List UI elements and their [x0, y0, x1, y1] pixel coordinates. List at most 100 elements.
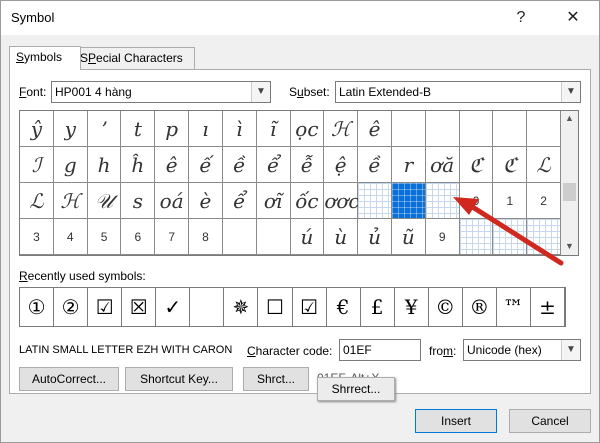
close-icon[interactable]: ✕ [561, 7, 585, 29]
symbol-cell[interactable]: ể [222, 183, 257, 219]
scroll-up-icon[interactable]: ▲ [561, 113, 578, 123]
symbol-cell[interactable]: ŷ [20, 111, 54, 147]
recent-symbol[interactable]: € [327, 288, 361, 326]
symbol-cell[interactable]: 𝒰 [87, 183, 122, 219]
symbol-cell[interactable] [493, 111, 528, 147]
chevron-down-icon[interactable]: ▼ [251, 82, 270, 102]
symbol-cell[interactable]: y [53, 111, 88, 147]
popup-button[interactable]: Shrrect... [317, 377, 395, 401]
symbol-cell[interactable]: r [391, 147, 426, 183]
symbol-cell[interactable]: oá [155, 183, 190, 219]
font-combobox[interactable]: HP001 4 hàng ▼ [51, 81, 271, 103]
symbol-cell[interactable] [527, 219, 561, 255]
scroll-thumb[interactable] [563, 183, 576, 201]
symbol-cell[interactable] [222, 219, 257, 255]
symbol-cell[interactable]: ℒ [527, 147, 561, 183]
symbol-cell[interactable] [459, 219, 494, 255]
cancel-button[interactable]: Cancel [509, 409, 591, 433]
symbol-cell[interactable]: ệ [324, 147, 359, 183]
symbol-cell[interactable] [459, 111, 494, 147]
symbol-cell[interactable] [358, 183, 392, 219]
subset-combobox[interactable]: Latin Extended-B ▼ [335, 81, 581, 103]
symbol-cell[interactable]: ℒ [20, 183, 54, 219]
recent-symbol[interactable]: ☑ [293, 288, 327, 326]
symbol-cell[interactable] [425, 111, 460, 147]
recent-symbol[interactable]: ¥ [395, 288, 429, 326]
symbol-cell[interactable]: ơơc [324, 183, 360, 219]
symbol-cell[interactable]: ế [189, 147, 223, 183]
symbol-cell[interactable]: g [53, 147, 88, 183]
symbol-cell[interactable] [391, 183, 426, 219]
from-combobox[interactable]: Unicode (hex) ▼ [463, 339, 581, 361]
recent-symbol[interactable]: ✓ [156, 288, 191, 326]
symbol-cell[interactable]: ọc [290, 111, 325, 147]
symbol-cell[interactable]: 9 [425, 219, 460, 255]
symbol-cell[interactable]: ı̀ [222, 111, 257, 147]
character-code-input[interactable]: 01EF [339, 339, 421, 361]
symbol-cell[interactable]: ú [290, 219, 325, 255]
symbol-cell[interactable]: h [87, 147, 122, 183]
recent-symbol[interactable]: ✵ [224, 288, 259, 326]
symbol-cell[interactable]: ề [222, 147, 257, 183]
symbol-cell[interactable]: è [189, 183, 223, 219]
symbol-cell[interactable]: t [121, 111, 156, 147]
recent-symbol[interactable]: £ [361, 288, 395, 326]
chevron-down-icon[interactable]: ▼ [561, 340, 580, 360]
symbol-cell[interactable]: ốc [290, 183, 325, 219]
symbol-cell[interactable]: ℋ [53, 183, 88, 219]
symbol-cell[interactable]: 1 [493, 183, 528, 219]
grid-scrollbar[interactable]: ▲ ▼ [561, 110, 579, 256]
symbol-cell[interactable]: ı̃ [256, 111, 291, 147]
symbol-cell[interactable]: ℭ [459, 147, 494, 183]
help-icon[interactable]: ? [509, 7, 533, 29]
recent-symbol[interactable]: ± [531, 288, 565, 326]
symbol-cell[interactable]: 0 [459, 183, 494, 219]
recent-symbol[interactable]: ® [463, 288, 497, 326]
symbol-cell[interactable] [493, 219, 528, 255]
symbol-cell[interactable]: 5 [87, 219, 122, 255]
chevron-down-icon[interactable]: ▼ [561, 82, 580, 102]
symbol-cell[interactable]: p [155, 111, 190, 147]
symbol-cell[interactable] [425, 183, 460, 219]
symbol-cell[interactable]: ơĩ [256, 183, 291, 219]
tab-symbols[interactable]: Symbols [9, 46, 81, 70]
insert-button[interactable]: Insert [415, 409, 497, 433]
symbol-cell[interactable] [527, 111, 561, 147]
recent-symbol[interactable]: © [429, 288, 463, 326]
recent-symbol[interactable]: ② [54, 288, 89, 326]
symbol-cell[interactable]: ê [358, 111, 392, 147]
symbol-cell[interactable] [391, 111, 426, 147]
recent-symbol[interactable]: ☐ [258, 288, 293, 326]
symbol-cell[interactable]: ơă [425, 147, 460, 183]
scroll-down-icon[interactable]: ▼ [561, 241, 578, 251]
shortcut-partial-button[interactable]: Shrct... [243, 367, 309, 391]
shortcut-key-button[interactable]: Shortcut Key... [125, 367, 233, 391]
symbol-cell[interactable]: ℭ [493, 147, 528, 183]
symbol-cell[interactable]: ĥ [121, 147, 156, 183]
symbol-cell[interactable]: 7 [155, 219, 190, 255]
symbol-cell[interactable]: ề [358, 147, 392, 183]
recent-symbol[interactable]: ☑ [88, 288, 123, 326]
symbol-cell[interactable]: s [121, 183, 156, 219]
symbol-cell[interactable]: 8 [189, 219, 223, 255]
symbol-cell[interactable]: ể [256, 147, 291, 183]
symbol-cell[interactable]: ễ [290, 147, 325, 183]
symbol-cell[interactable]: ê [155, 147, 190, 183]
symbol-cell[interactable]: 4 [53, 219, 88, 255]
symbol-cell[interactable]: ℋ [324, 111, 359, 147]
symbol-cell[interactable]: ù [324, 219, 359, 255]
symbol-cell[interactable]: 3 [20, 219, 54, 255]
recent-symbol[interactable]: ™ [497, 288, 531, 326]
symbol-cell[interactable]: ủ [358, 219, 392, 255]
symbol-cell[interactable]: ℐ [20, 147, 54, 183]
symbol-cell[interactable]: ʼ [87, 111, 122, 147]
symbol-grid[interactable]: ŷ y ʼ t p ı ı̀ ı̃ ọc ℋê ℐg h ĥ ê ế ề ể ễ ệ ề r ơă ℭ ℭ ℒ ℒ ℋ 𝒰s oá è ể ơ… [19, 110, 562, 256]
autocorrect-button[interactable]: AutoCorrect... [19, 367, 119, 391]
symbol-cell[interactable]: ũ [391, 219, 426, 255]
symbol-cell[interactable]: 2 [527, 183, 561, 219]
recent-symbol[interactable]: ① [20, 288, 55, 326]
recent-symbol[interactable]: ☒ [122, 288, 157, 326]
symbol-cell[interactable] [256, 219, 291, 255]
symbol-cell[interactable]: 6 [121, 219, 156, 255]
tab-special-characters[interactable]: SPecial Characters [73, 47, 195, 69]
